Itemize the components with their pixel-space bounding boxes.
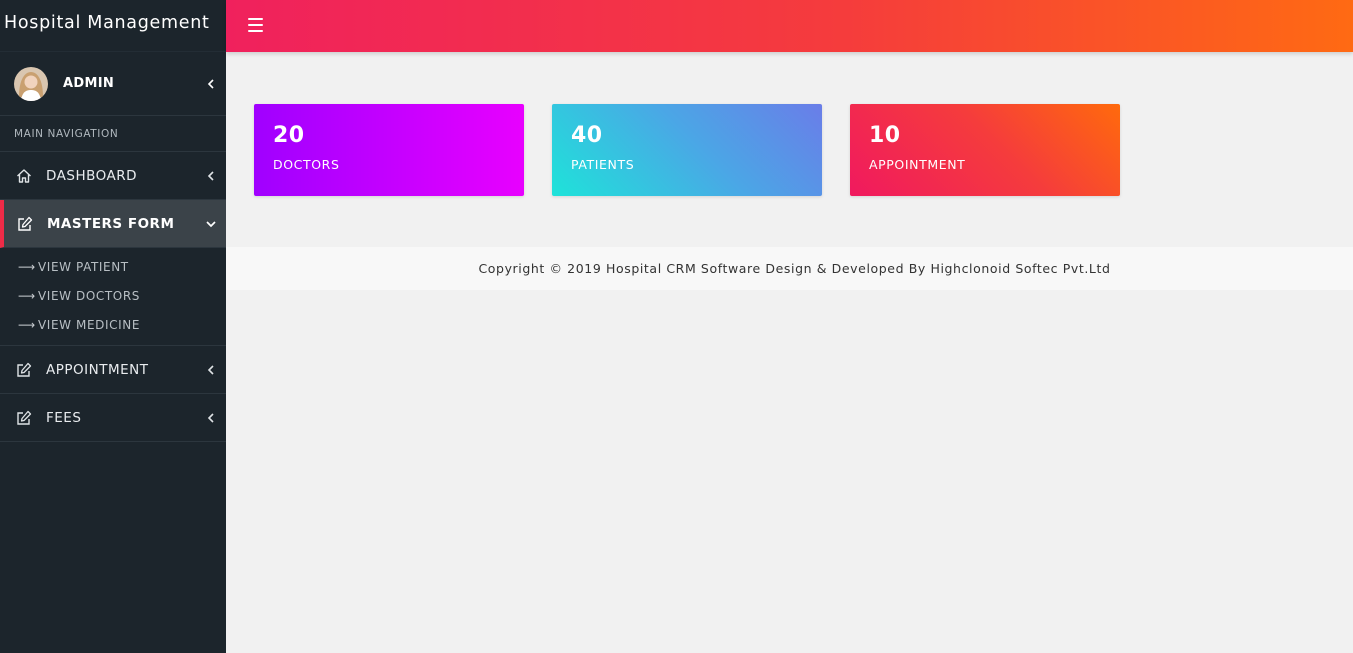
top-navbar (226, 0, 1353, 52)
stat-label: DOCTORS (273, 157, 340, 172)
stat-value: 20 (273, 123, 305, 148)
edit-icon (15, 361, 33, 379)
sidebar-item-appointment[interactable]: APPOINTMENT (0, 346, 226, 394)
brand-title[interactable]: Hospital Management (0, 0, 226, 52)
user-panel: ADMIN (0, 52, 226, 116)
submenu-item-label: VIEW MEDICINE (38, 317, 141, 332)
chevron-left-icon (196, 412, 226, 423)
sidebar-item-dashboard[interactable]: DASHBOARD (0, 152, 226, 200)
home-icon (15, 167, 33, 185)
sidebar-item-label: DASHBOARD (46, 167, 138, 184)
stat-card-appointment[interactable]: 10 APPOINTMENT (850, 104, 1120, 196)
stat-value: 40 (571, 123, 603, 148)
chevron-left-icon[interactable] (196, 78, 226, 89)
stat-label: PATIENTS (571, 157, 635, 172)
submenu-item-view-medicine[interactable]: ⟶ VIEW MEDICINE (0, 310, 226, 339)
edit-icon (16, 215, 34, 233)
arrow-right-icon: ⟶ (18, 288, 36, 303)
stat-card-patients[interactable]: 40 PATIENTS (552, 104, 822, 196)
stat-value: 10 (869, 123, 901, 148)
footer: Copyright © 2019 Hospital CRM Software D… (226, 247, 1353, 290)
submenu-item-label: VIEW DOCTORS (38, 288, 141, 303)
masters-form-submenu: ⟶ VIEW PATIENT ⟶ VIEW DOCTORS ⟶ VIEW MED… (0, 248, 226, 346)
sidebar-item-label: MASTERS FORM (47, 215, 175, 232)
arrow-right-icon: ⟶ (18, 259, 36, 274)
sidebar: Hospital Management ADMIN MAIN NAVIGATIO… (0, 0, 226, 653)
sidebar-item-masters-form[interactable]: MASTERS FORM (0, 200, 226, 248)
user-name: ADMIN (63, 76, 115, 91)
chevron-down-icon (196, 220, 226, 228)
sidebar-item-label: APPOINTMENT (46, 361, 149, 378)
nav-section-header: MAIN NAVIGATION (0, 116, 226, 152)
user-avatar[interactable] (14, 66, 48, 101)
copyright-text: Copyright © 2019 Hospital CRM Software D… (478, 261, 1111, 276)
stat-label: APPOINTMENT (869, 157, 966, 172)
submenu-item-label: VIEW PATIENT (38, 259, 129, 274)
hamburger-menu-icon[interactable] (248, 18, 263, 32)
sidebar-item-fees[interactable]: FEES (0, 394, 226, 442)
chevron-left-icon (196, 364, 226, 375)
sidebar-item-label: FEES (46, 409, 82, 426)
submenu-item-view-patient[interactable]: ⟶ VIEW PATIENT (0, 252, 226, 281)
edit-icon (15, 409, 33, 427)
chevron-left-icon (196, 170, 226, 181)
submenu-item-view-doctors[interactable]: ⟶ VIEW DOCTORS (0, 281, 226, 310)
stat-card-doctors[interactable]: 20 DOCTORS (254, 104, 524, 196)
arrow-right-icon: ⟶ (18, 317, 36, 332)
